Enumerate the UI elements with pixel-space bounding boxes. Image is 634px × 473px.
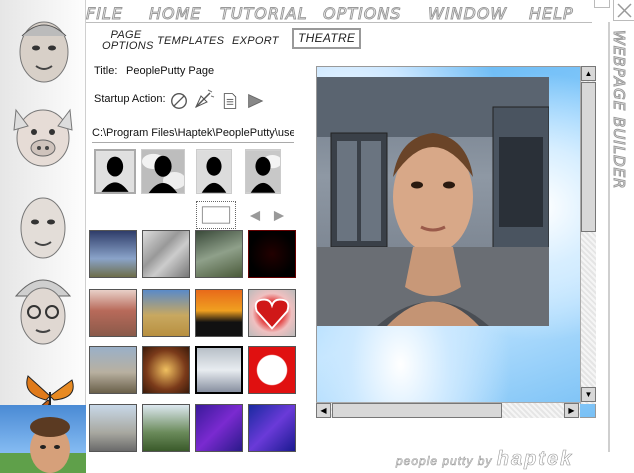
avatar-girl[interactable] — [0, 405, 86, 473]
silhouette-soft[interactable] — [196, 149, 232, 194]
startup-action-label: Startup Action: — [94, 93, 166, 105]
scroll-left-button[interactable]: ◀ — [316, 403, 331, 418]
menu-divider — [86, 22, 592, 23]
document-icon[interactable] — [219, 90, 241, 112]
thumb-purple[interactable] — [195, 404, 243, 452]
footer-brand: people putty by haptek — [396, 448, 573, 471]
thumb-rocks[interactable] — [195, 230, 243, 278]
thumb-heart[interactable] — [248, 289, 296, 337]
thumb-clouds-selected[interactable] — [195, 346, 243, 394]
horizontal-scroll-thumb[interactable] — [332, 403, 502, 418]
thumb-beach[interactable] — [89, 346, 137, 394]
thumb-hall[interactable] — [142, 346, 190, 394]
avatar-strip — [0, 0, 86, 473]
title-label: Title: — [94, 65, 118, 77]
avatar-hat-glasses[interactable] — [8, 270, 78, 348]
footer-text: people putty by — [396, 454, 493, 469]
menu-tutorial[interactable]: TUTORIAL — [220, 4, 308, 24]
thumb-statues[interactable] — [142, 230, 190, 278]
footer-logo: haptek — [496, 448, 574, 471]
close-icon — [617, 3, 632, 18]
thumb-arc[interactable] — [89, 404, 137, 452]
menu-window[interactable]: WINDOW — [427, 4, 507, 24]
theatre-scene — [317, 77, 549, 326]
window-title-text: WEBPAGE BUILDER — [610, 30, 629, 191]
thumb-sunset-city[interactable] — [195, 289, 243, 337]
thumb-canyon[interactable] — [89, 289, 137, 337]
thumb-fantasy-castle[interactable] — [142, 289, 190, 337]
scroll-right-button[interactable]: ▶ — [564, 403, 579, 418]
tab-export[interactable]: EXPORT — [232, 36, 279, 47]
silhouette-plain-selected[interactable] — [94, 149, 136, 194]
thumb-landscape[interactable] — [142, 404, 190, 452]
vertical-scrollbar[interactable]: ▲ ▼ — [580, 66, 596, 404]
window-title: WEBPAGE BUILDER — [609, 30, 631, 191]
menu-bar: FILE HOME TUTORIAL OPTIONS WINDOW HELP — [86, 4, 592, 24]
silhouette-clouds[interactable] — [141, 149, 186, 194]
tab-page-options[interactable]: PAGE OPTIONS — [102, 30, 153, 52]
thumb-red-ring[interactable] — [248, 346, 296, 394]
scroll-down-button[interactable]: ▼ — [581, 387, 596, 402]
thumb-castle-ruin[interactable] — [89, 230, 137, 278]
no-action-icon[interactable] — [168, 90, 190, 112]
close-button[interactable] — [613, 0, 634, 21]
menu-help[interactable]: HELP — [529, 4, 574, 24]
minimize-button[interactable] — [594, 0, 610, 8]
avatar-pig[interactable] — [8, 98, 78, 176]
tab-templates[interactable]: TEMPLATES — [157, 36, 224, 47]
wand-icon[interactable] — [193, 88, 215, 110]
menu-options[interactable]: OPTIONS — [322, 4, 401, 24]
vertical-scroll-thumb[interactable] — [581, 82, 596, 232]
avatar-face[interactable] — [8, 188, 78, 266]
tab-theatre[interactable]: THEATRE — [292, 28, 362, 49]
horizontal-scrollbar[interactable]: ◀ ▶ — [316, 402, 580, 418]
tab-bar: PAGE OPTIONS TEMPLATES EXPORT THEATRE — [92, 28, 362, 56]
avatar-man[interactable] — [8, 14, 78, 92]
scroll-up-button[interactable]: ▲ — [581, 66, 596, 81]
arrow-left-icon[interactable] — [244, 205, 266, 227]
blank-frame-icon[interactable] — [196, 201, 236, 229]
thumb-dark-frame[interactable] — [248, 230, 296, 278]
play-icon[interactable] — [244, 90, 266, 112]
menu-home[interactable]: HOME — [149, 4, 202, 24]
menu-file[interactable]: FILE — [86, 4, 123, 24]
arrow-right-icon[interactable] — [268, 205, 290, 227]
path-field[interactable]: C:\Program Files\Haptek\PeoplePutty\use — [92, 127, 294, 143]
silhouette-sky[interactable] — [245, 149, 282, 194]
thumb-blue-purple[interactable] — [248, 404, 296, 452]
title-input[interactable]: PeoplePutty Page — [126, 65, 214, 77]
